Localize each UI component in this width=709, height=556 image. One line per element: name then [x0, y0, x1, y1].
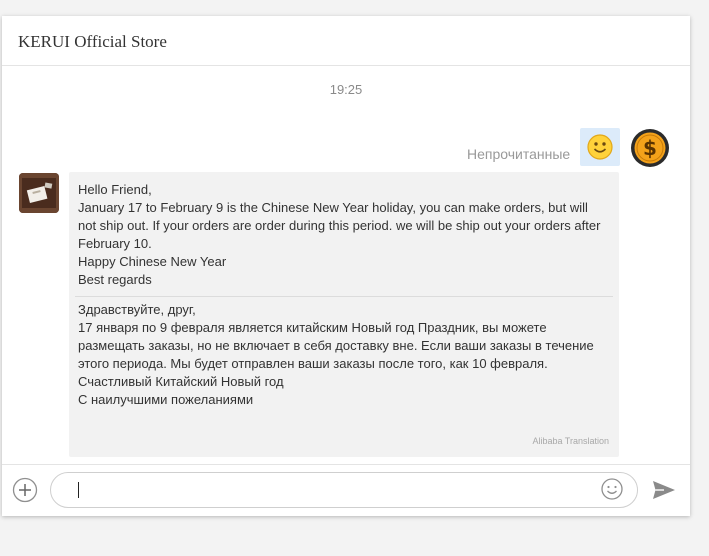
- svg-text:$: $: [643, 136, 657, 160]
- message-translated-text: Здравствуйте, друг, 17 января по 9 февра…: [78, 302, 594, 407]
- plus-circle-icon[interactable]: [12, 477, 38, 503]
- message-input[interactable]: [50, 472, 638, 508]
- send-icon[interactable]: [652, 480, 676, 500]
- dollar-coin-icon: $: [631, 129, 669, 167]
- smiley-icon: [587, 134, 613, 160]
- incoming-message-bubble: Hello Friend, January 17 to February 9 i…: [69, 172, 619, 457]
- message-timestamp: 19:25: [329, 82, 363, 97]
- outgoing-emoji-message: [580, 128, 620, 166]
- avatar-image: [19, 173, 59, 213]
- store-avatar[interactable]: [19, 173, 59, 213]
- chat-header: KERUI Official Store: [2, 16, 690, 66]
- message-original-text: Hello Friend, January 17 to February 9 i…: [78, 182, 601, 287]
- translation-divider: [75, 296, 613, 297]
- translation-credit: Alibaba Translation: [532, 436, 609, 446]
- composer-bar: [2, 464, 690, 516]
- store-name: KERUI Official Store: [18, 32, 167, 51]
- unread-status: Непрочитанные: [467, 146, 571, 162]
- chat-window: KERUI Official Store 19:25 Непрочитанные…: [2, 16, 690, 516]
